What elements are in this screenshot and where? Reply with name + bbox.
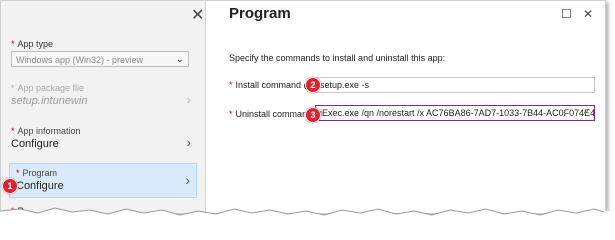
app-settings-panel: ✕ * App type Windows app (Win32) - previe…	[1, 1, 206, 213]
nav-item-label: App information	[17, 126, 81, 136]
chevron-right-icon: ›	[185, 172, 190, 188]
required-marker: *	[16, 168, 20, 178]
maximize-icon[interactable]: ☐	[561, 7, 572, 21]
nav-item-program[interactable]: * Program Configure ›	[9, 163, 197, 198]
required-marker: *	[11, 39, 15, 49]
required-marker: *	[229, 109, 233, 119]
close-icon[interactable]: ✕	[191, 5, 204, 25]
nav-item-label: App package file	[17, 83, 85, 93]
torn-edge-decoration	[0, 207, 615, 228]
install-command-value: setup.exe -s	[320, 80, 370, 90]
app-type-label: * App type	[11, 39, 54, 49]
required-marker: *	[11, 126, 15, 136]
required-marker: *	[11, 83, 15, 93]
nav-item-app-package-file: * App package file setup.intunewin ›	[11, 83, 197, 117]
nav-item-value: Configure	[11, 138, 59, 150]
checkmark-icon: ✓	[582, 107, 591, 118]
chevron-right-icon: ›	[186, 134, 191, 150]
nav-item-label: Program	[22, 168, 58, 178]
uninstall-command-input[interactable]: iExec.exe /qn /norestart /x AC76BA86-7AD…	[315, 105, 595, 121]
app-type-value: Windows app (Win32) - preview	[16, 55, 144, 65]
uninstall-command-value: iExec.exe /qn /norestart /x AC76BA86-7AD…	[320, 108, 595, 118]
page-title: Program	[229, 5, 291, 22]
program-description: Specify the commands to install and unin…	[229, 53, 446, 63]
nav-item-value: Configure	[16, 180, 64, 192]
app-type-dropdown[interactable]: Windows app (Win32) - preview ⌄	[11, 51, 189, 67]
nav-item-value: setup.intunewin	[11, 95, 88, 107]
uninstall-command-label: * Uninstall command	[229, 109, 313, 119]
chevron-down-icon: ⌄	[175, 54, 184, 65]
nav-item-app-information[interactable]: * App information Configure ›	[11, 126, 197, 156]
close-icon[interactable]: ✕	[583, 7, 593, 21]
step-badge-3: 3	[305, 107, 321, 123]
chevron-right-icon: ›	[186, 91, 191, 107]
step-badge-2: 2	[305, 77, 321, 93]
install-command-input[interactable]: setup.exe -s	[315, 77, 595, 93]
program-panel: Program ☐ ✕ Specify the commands to inst…	[206, 1, 605, 213]
window-frame: ✕ * App type Windows app (Win32) - previe…	[0, 0, 606, 214]
install-command-label: *Install commandi	[229, 80, 313, 90]
required-marker: *	[229, 80, 233, 90]
step-badge-1: 1	[2, 178, 18, 194]
